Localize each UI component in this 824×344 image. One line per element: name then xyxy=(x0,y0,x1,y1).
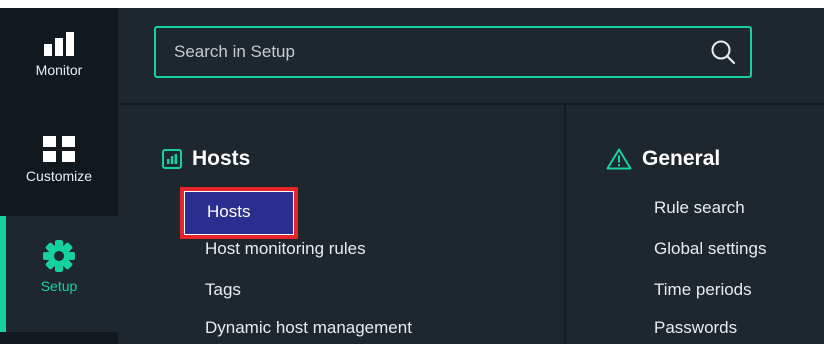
host-monitoring-rules-link[interactable]: Host monitoring rules xyxy=(205,239,366,259)
grid-icon xyxy=(43,136,75,162)
passwords-link[interactable]: Passwords xyxy=(654,318,737,338)
sidebar-item-label: Monitor xyxy=(35,62,83,78)
warning-icon xyxy=(606,148,632,170)
sidebar-item-customize[interactable]: Customize xyxy=(0,120,118,216)
sidebar-item-label: Setup xyxy=(40,278,78,294)
sidebar-item-label: Customize xyxy=(25,168,93,184)
column-divider xyxy=(564,105,566,344)
sidebar: Monitor Customize Setup xyxy=(0,8,118,344)
setup-panel: Hosts Hosts Host monitoring rules Tags D… xyxy=(118,8,824,344)
hosts-link-label: Hosts xyxy=(184,191,294,235)
global-settings-link[interactable]: Global settings xyxy=(654,239,766,259)
rule-search-link[interactable]: Rule search xyxy=(654,198,745,218)
sidebar-item-setup[interactable]: Setup xyxy=(0,216,118,332)
section-title-label: General xyxy=(642,147,721,170)
gear-icon xyxy=(43,240,75,272)
bar-chart-icon xyxy=(44,32,74,56)
dynamic-host-management-link[interactable]: Dynamic host management xyxy=(205,318,412,338)
active-indicator xyxy=(0,216,6,332)
search-divider xyxy=(118,103,824,105)
sidebar-item-monitor[interactable]: Monitor xyxy=(0,16,118,120)
hosts-icon xyxy=(162,149,182,169)
search-box xyxy=(154,26,752,78)
general-section-title: General xyxy=(606,147,720,171)
search-input[interactable] xyxy=(174,36,674,68)
tags-link[interactable]: Tags xyxy=(205,280,241,300)
hosts-link[interactable]: Hosts xyxy=(180,187,298,239)
section-title-label: Hosts xyxy=(192,147,251,170)
search-icon[interactable] xyxy=(710,39,736,65)
setup-screen: Monitor Customize Setup Search in Setup … xyxy=(0,0,824,344)
hosts-section-title: Hosts xyxy=(162,147,250,171)
time-periods-link[interactable]: Time periods xyxy=(654,280,752,300)
